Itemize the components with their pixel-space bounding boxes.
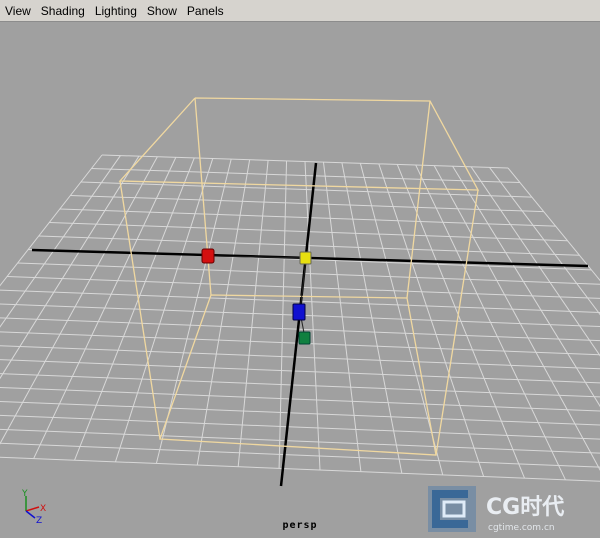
watermark-url: cgtime.com.cn [488,523,555,533]
grid-line [0,414,600,440]
green-handle[interactable] [298,331,311,345]
maya-viewport-window: View Shading Lighting Show Panels Y X Z … [0,0,600,538]
cgtime-watermark: CG时代 cgtime.com.cn [422,480,598,536]
menu-shading[interactable]: Shading [36,4,85,18]
gizmo-y-label: Y [21,489,28,499]
grid-line [0,345,600,370]
grid-line [0,442,600,468]
gizmo-z-line [25,510,36,519]
grid-line [0,387,600,412]
grid-line [17,262,600,285]
grid-line [0,373,600,398]
gizmo-x-label: X [40,504,46,514]
yellow-handle[interactable] [299,251,312,265]
menu-lighting[interactable]: Lighting [90,4,137,18]
blue-handle[interactable] [292,303,306,321]
perspective-viewport[interactable]: Y X Z persp CG时代 cgtime.com.cn [0,22,600,538]
bbox-top-face [118,97,480,191]
grid-line [0,359,600,384]
bbox-edge [435,189,479,456]
bbox-edge [194,97,212,296]
bounding-box[interactable] [118,97,480,456]
watermark-brand: CG时代 [486,495,564,520]
grid-line [0,155,140,380]
panel-menu-bar: View Shading Lighting Show Panels [0,0,600,22]
bbox-edge [406,100,431,299]
grid-line [341,162,403,474]
gizmo-x-line [25,506,40,512]
cgtime-logo [428,486,476,532]
menu-show[interactable]: Show [142,4,177,18]
z-axis-line [279,162,318,487]
grid-line [507,167,600,282]
grid-line [0,400,600,426]
red-handle[interactable] [201,248,215,264]
grid-line [0,154,103,287]
world-axes [31,162,589,487]
grid-line [396,164,526,479]
menu-view[interactable]: View [0,4,31,18]
menu-panels[interactable]: Panels [182,4,224,18]
viewport-scene[interactable]: Y X Z [0,22,600,538]
